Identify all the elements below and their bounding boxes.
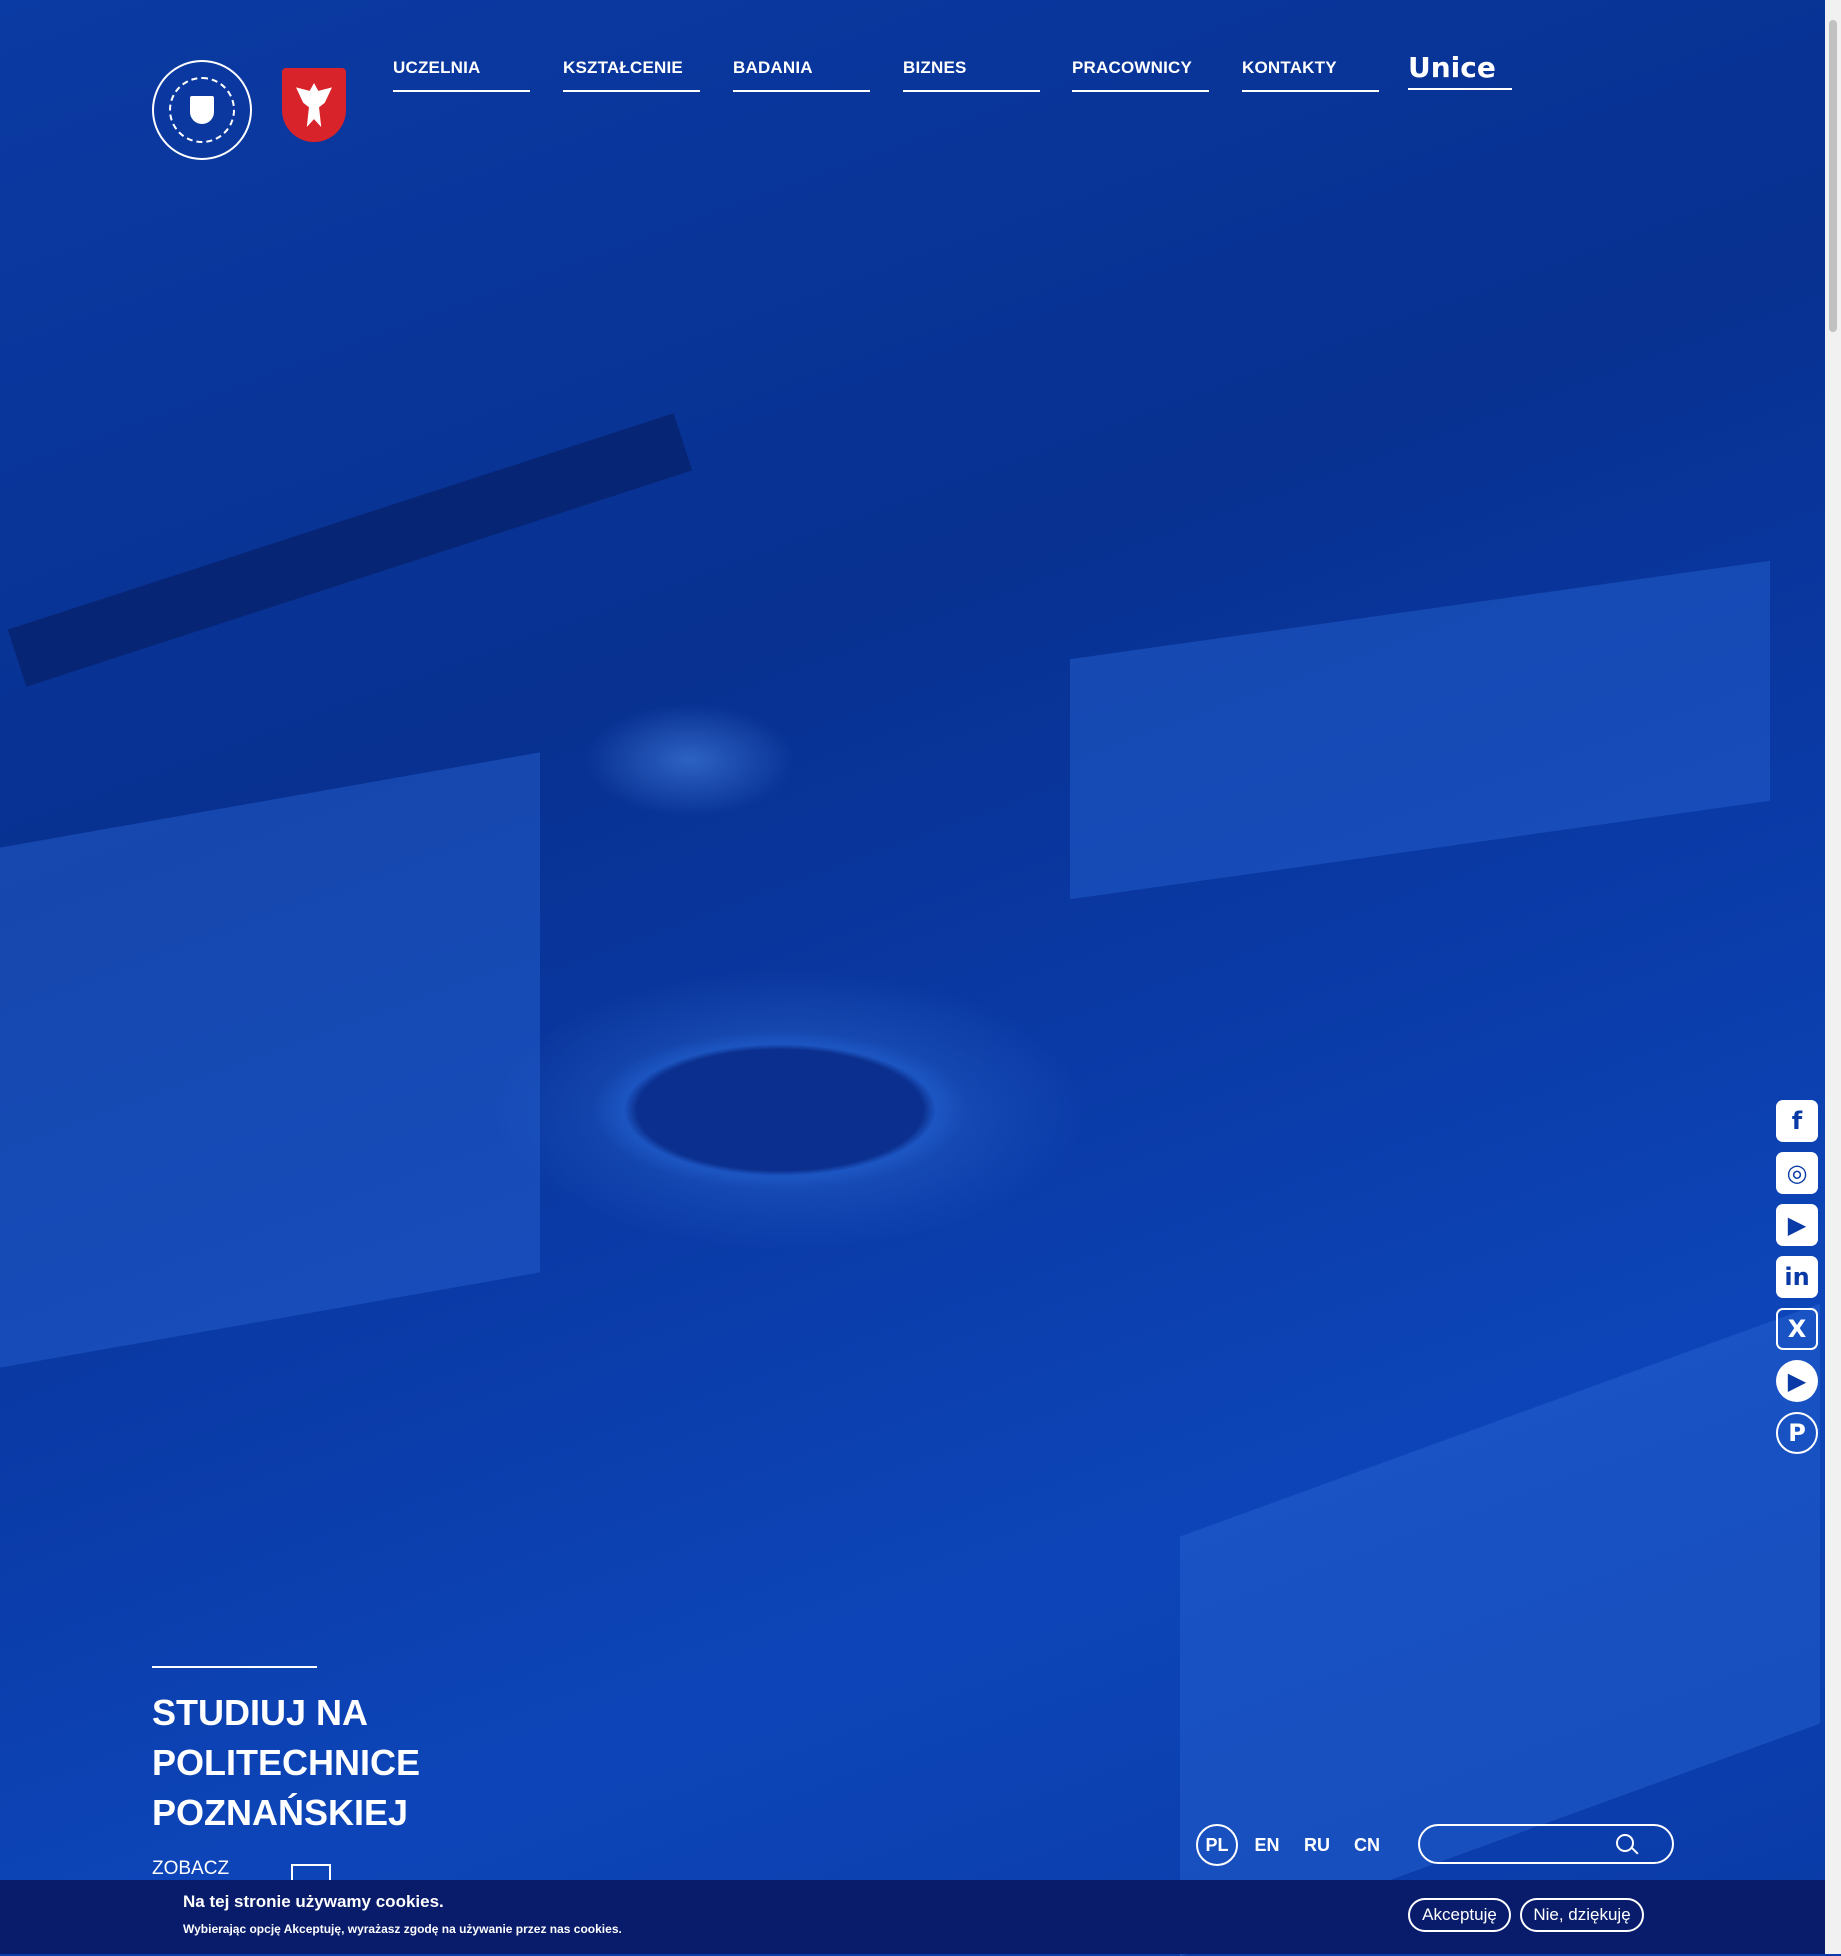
university-seal-icon bbox=[169, 77, 235, 143]
x-icon[interactable]: X bbox=[1776, 1308, 1818, 1350]
play-icon[interactable]: ▶ bbox=[1776, 1360, 1818, 1402]
cookie-text: Wybierając opcję Akceptuję, wyrażasz zgo… bbox=[183, 1922, 622, 1936]
university-logo[interactable] bbox=[152, 60, 252, 160]
hero-title-line: POZNAŃSKIEJ bbox=[152, 1792, 409, 1833]
cookie-title: Na tej stronie używamy cookies. bbox=[183, 1892, 444, 1911]
nav-item-badania[interactable]: BADANIA bbox=[733, 58, 870, 92]
polish-eagle-icon[interactable] bbox=[282, 68, 346, 142]
social-links: f ◎ ▶ in X ▶ P bbox=[1776, 1100, 1822, 1464]
podcast-icon[interactable]: P bbox=[1776, 1412, 1818, 1454]
cookie-banner: Na tej stronie używamy cookies. Wybieraj… bbox=[0, 1880, 1825, 1954]
youtube-icon[interactable]: ▶ bbox=[1776, 1204, 1818, 1246]
nav-item-ksztalcenie[interactable]: KSZTAŁCENIE bbox=[563, 58, 700, 92]
building-shape bbox=[0, 752, 540, 1368]
lang-en[interactable]: EN bbox=[1246, 1824, 1288, 1866]
lang-pl[interactable]: PL bbox=[1196, 1824, 1238, 1866]
hero-title: STUDIUJ NA POLITECHNICE POZNAŃSKIEJ bbox=[152, 1688, 552, 1838]
search-input[interactable] bbox=[1434, 1832, 1618, 1858]
search-icon[interactable] bbox=[1616, 1834, 1634, 1852]
hero-title-line: POLITECHNICE bbox=[152, 1742, 421, 1783]
nav-item-pracownicy[interactable]: PRACOWNICY bbox=[1072, 58, 1209, 92]
search-box bbox=[1418, 1824, 1674, 1864]
page-scrollbar[interactable] bbox=[1825, 0, 1841, 1954]
facebook-icon[interactable]: f bbox=[1776, 1100, 1818, 1142]
lang-cn[interactable]: CN bbox=[1346, 1824, 1388, 1866]
unice-logo-link[interactable]: Unice bbox=[1408, 52, 1512, 90]
nav-item-kontakty[interactable]: KONTAKTY bbox=[1242, 58, 1379, 92]
nav-item-biznes[interactable]: BIZNES bbox=[903, 58, 1040, 92]
instagram-icon[interactable]: ◎ bbox=[1776, 1152, 1818, 1194]
hero-title-line: STUDIUJ NA bbox=[152, 1692, 369, 1733]
see-more-link[interactable]: ZOBACZ bbox=[152, 1858, 229, 1880]
lang-ru[interactable]: RU bbox=[1296, 1824, 1338, 1866]
cookie-decline-button[interactable]: Nie, dziękuję bbox=[1520, 1898, 1644, 1932]
nav-item-uczelnia[interactable]: UCZELNIA bbox=[393, 58, 530, 92]
scrollbar-thumb[interactable] bbox=[1829, 20, 1837, 332]
linkedin-icon[interactable]: in bbox=[1776, 1256, 1818, 1298]
hero-accent-line bbox=[152, 1666, 317, 1668]
cookie-accept-button[interactable]: Akceptuję bbox=[1408, 1898, 1511, 1932]
